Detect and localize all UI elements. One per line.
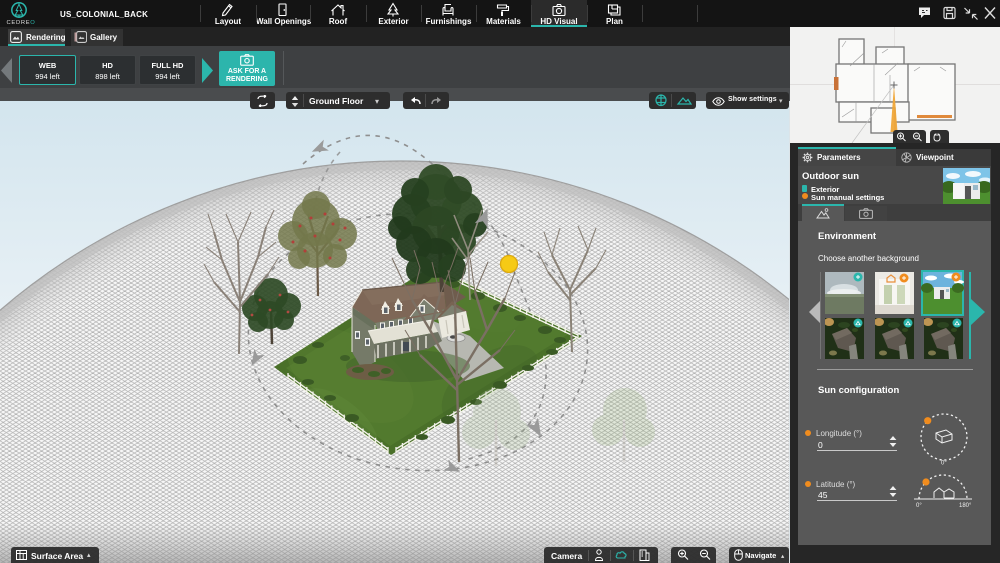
svg-text:180°: 180° xyxy=(959,503,972,508)
svg-text:CEDREO: CEDREO xyxy=(7,20,36,26)
svg-text:0°: 0° xyxy=(916,503,922,508)
svg-text:0°: 0° xyxy=(941,461,947,466)
